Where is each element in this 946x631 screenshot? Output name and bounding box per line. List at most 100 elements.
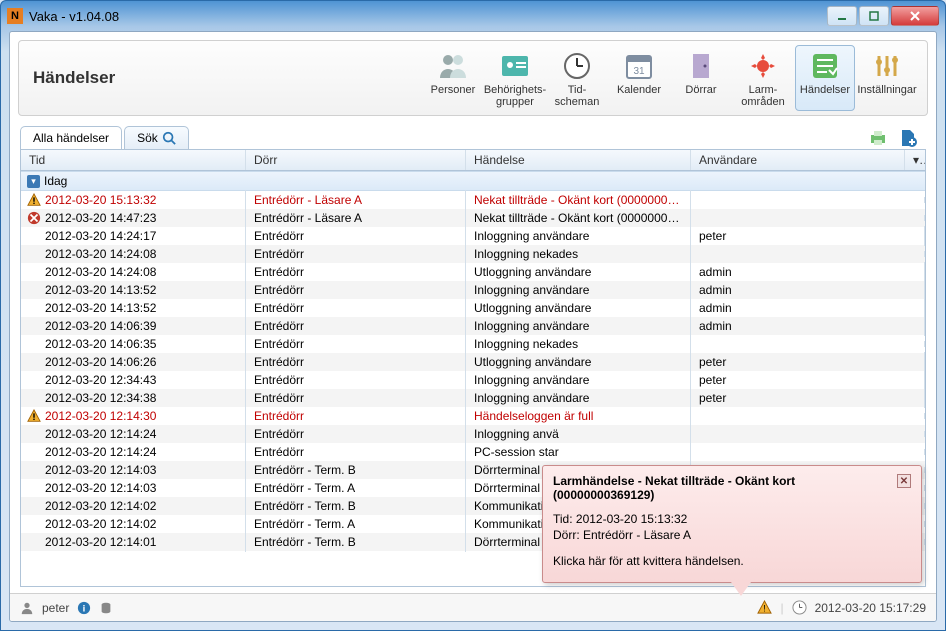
cell-tid: 2012-03-20 14:24:08 <box>45 265 156 279</box>
popup-line-action: Klicka här för att kvittera händelsen. <box>553 554 911 568</box>
cell-anvandare <box>691 431 925 437</box>
page-title: Händelser <box>33 68 423 88</box>
table-row[interactable]: 2012-03-20 12:14:24EntrédörrPC-session s… <box>21 443 925 461</box>
cell-anvandare <box>691 251 925 257</box>
cell-tid: 2012-03-20 12:14:02 <box>45 499 156 513</box>
cell-tid: 2012-03-20 15:13:32 <box>45 193 156 207</box>
titlebar[interactable]: N Vaka - v1.04.08 <box>1 1 945 31</box>
main-toolbar: Personer Behörighets- grupper Tid- schem… <box>423 45 917 111</box>
cell-dorr: Entrédörr <box>246 316 466 336</box>
cell-dorr: Entrédörr <box>246 424 466 444</box>
cell-dorr: Entrédörr - Läsare A <box>246 190 466 210</box>
cell-handelse: Inloggning användare <box>466 370 691 390</box>
maximize-button[interactable] <box>859 6 889 26</box>
table-row[interactable]: 2012-03-20 14:06:39EntrédörrInloggning a… <box>21 317 925 335</box>
tool-dorrar[interactable]: Dörrar <box>671 45 731 111</box>
tool-tidscheman[interactable]: Tid- scheman <box>547 45 607 111</box>
table-row[interactable]: 2012-03-20 12:14:30EntrédörrHändelselogg… <box>21 407 925 425</box>
tab-alla-handelser[interactable]: Alla händelser <box>20 126 122 149</box>
cell-handelse: Inloggning användare <box>466 316 691 336</box>
tool-label: Behörighets- grupper <box>484 84 546 108</box>
cell-anvandare: admin <box>691 316 925 336</box>
warning-icon[interactable]: ! <box>757 600 772 615</box>
tool-label: Larm- områden <box>741 84 784 108</box>
cell-dorr: Entrédörr <box>246 370 466 390</box>
col-header-anvandare[interactable]: Användare <box>691 150 905 170</box>
table-row[interactable]: 2012-03-20 12:34:43EntrédörrInloggning a… <box>21 371 925 389</box>
tool-label: Inställningar <box>857 84 916 96</box>
tool-kalender[interactable]: 31 Kalender <box>609 45 669 111</box>
table-row[interactable]: 2012-03-20 15:13:32Entrédörr - Läsare AN… <box>21 191 925 209</box>
table-row[interactable]: 2012-03-20 14:47:23Entrédörr - Läsare AN… <box>21 209 925 227</box>
cell-tid: 2012-03-20 12:14:02 <box>45 517 156 531</box>
tool-personer[interactable]: Personer <box>423 45 483 111</box>
print-icon[interactable] <box>868 128 888 148</box>
col-header-dorr[interactable]: Dörr <box>246 150 466 170</box>
close-button[interactable] <box>891 6 939 26</box>
cell-dorr: Entrédörr <box>246 280 466 300</box>
export-icon[interactable] <box>898 128 918 148</box>
cell-tid: 2012-03-20 14:24:08 <box>45 247 156 261</box>
window-title: Vaka - v1.04.08 <box>29 9 827 24</box>
alarm-popup[interactable]: Larmhändelse - Nekat tillträde - Okänt k… <box>542 465 922 583</box>
table-row[interactable]: 2012-03-20 14:06:35EntrédörrInloggning n… <box>21 335 925 353</box>
info-icon[interactable]: i <box>77 601 91 615</box>
grid-header: Tid Dörr Händelse Användare ▾ <box>21 150 925 171</box>
table-row[interactable]: 2012-03-20 12:34:38EntrédörrInloggning a… <box>21 389 925 407</box>
cell-dorr: Entrédörr <box>246 244 466 264</box>
tab-label: Sök <box>137 131 158 145</box>
cell-dorr: Entrédörr <box>246 334 466 354</box>
cell-anvandare: admin <box>691 262 925 282</box>
cell-anvandare <box>691 449 925 455</box>
search-icon <box>162 131 176 145</box>
col-header-handelse[interactable]: Händelse <box>466 150 691 170</box>
table-row[interactable]: 2012-03-20 14:24:08EntrédörrUtloggning a… <box>21 263 925 281</box>
door-icon <box>685 50 717 82</box>
cell-tid: 2012-03-20 12:14:03 <box>45 481 156 495</box>
col-header-menu[interactable]: ▾ <box>905 150 925 170</box>
cell-dorr: Entrédörr <box>246 226 466 246</box>
cell-anvandare: peter <box>691 370 925 390</box>
tool-installningar[interactable]: Inställningar <box>857 45 917 111</box>
db-icon[interactable] <box>99 601 113 615</box>
cell-dorr: Entrédörr - Term. B <box>246 496 466 516</box>
cell-anvandare <box>691 413 925 419</box>
minimize-button[interactable] <box>827 6 857 26</box>
window-frame: N Vaka - v1.04.08 Händelser Personer Beh… <box>0 0 946 631</box>
cell-tid: 2012-03-20 14:13:52 <box>45 301 156 315</box>
tool-larmomraden[interactable]: Larm- områden <box>733 45 793 111</box>
cell-handelse: Händelseloggen är full <box>466 406 691 426</box>
cell-handelse: PC-session star <box>466 442 691 462</box>
table-row[interactable]: 2012-03-20 14:13:52EntrédörrInloggning a… <box>21 281 925 299</box>
table-row[interactable]: 2012-03-20 14:24:17EntrédörrInloggning a… <box>21 227 925 245</box>
tool-label: Kalender <box>617 84 661 96</box>
cell-tid: 2012-03-20 12:14:03 <box>45 463 156 477</box>
cell-handelse: Utloggning användare <box>466 262 691 282</box>
cell-anvandare: admin <box>691 298 925 318</box>
table-row[interactable]: 2012-03-20 12:14:24EntrédörrInloggning a… <box>21 425 925 443</box>
table-row[interactable]: 2012-03-20 14:06:26EntrédörrUtloggning a… <box>21 353 925 371</box>
popup-line-dorr: Dörr: Entrédörr - Läsare A <box>553 528 911 542</box>
col-header-tid[interactable]: Tid <box>21 150 246 170</box>
app-icon: N <box>7 8 23 24</box>
group-row-idag[interactable]: ▾ Idag <box>21 171 925 191</box>
cell-dorr: Entrédörr <box>246 298 466 318</box>
table-row[interactable]: 2012-03-20 14:24:08EntrédörrInloggning n… <box>21 245 925 263</box>
cell-handelse: Utloggning användare <box>466 298 691 318</box>
tool-handelser[interactable]: Händelser <box>795 45 855 111</box>
cell-dorr: Entrédörr - Läsare A <box>246 208 466 228</box>
cell-tid: 2012-03-20 14:47:23 <box>45 211 156 225</box>
alarm-icon <box>747 50 779 82</box>
tab-sok[interactable]: Sök <box>124 126 189 149</box>
cell-anvandare <box>691 215 925 221</box>
header-bar: Händelser Personer Behörighets- grupper … <box>18 40 928 116</box>
cell-handelse: Inloggning användare <box>466 388 691 408</box>
id-card-icon <box>499 50 531 82</box>
cell-dorr: Entrédörr <box>246 352 466 372</box>
cell-dorr: Entrédörr - Term. A <box>246 514 466 534</box>
table-row[interactable]: 2012-03-20 14:13:52 EntrédörrUtloggning a… <box>21 299 925 317</box>
cell-tid: 2012-03-20 14:13:52 <box>45 283 156 297</box>
popup-close-button[interactable]: ✕ <box>897 474 911 488</box>
tool-behorighetsgrupper[interactable]: Behörighets- grupper <box>485 45 545 111</box>
events-icon <box>809 50 841 82</box>
